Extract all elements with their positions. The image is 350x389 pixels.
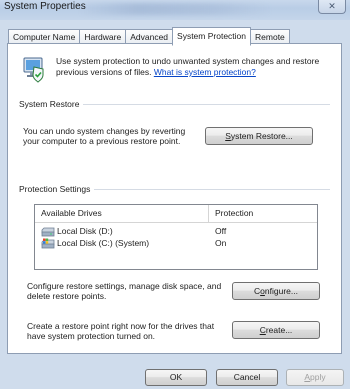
- hard-drive-icon: [41, 227, 55, 237]
- ok-button[interactable]: OK: [145, 369, 207, 386]
- window-title: System Properties: [4, 1, 86, 12]
- create-button-label: reate...: [265, 325, 293, 335]
- drive-protection-status: On: [215, 238, 227, 248]
- protection-settings-group-label: Protection Settings: [19, 184, 95, 195]
- close-icon: ✕: [328, 1, 336, 11]
- system-protection-icon: [23, 57, 44, 83]
- apply-button-label: pply: [310, 372, 326, 382]
- drives-list[interactable]: Available Drives Protection Local Disk (…: [34, 204, 318, 270]
- system-restore-button-label: ystem Restore...: [230, 131, 293, 141]
- column-separator: [208, 205, 209, 222]
- configure-button[interactable]: Configure...: [232, 282, 320, 300]
- drive-row-c[interactable]: Local Disk (C:) (System) On: [35, 238, 317, 249]
- tab-system-protection[interactable]: System Protection: [172, 27, 252, 46]
- drive-name: Local Disk (C:) (System): [57, 238, 150, 248]
- what-is-system-protection-link[interactable]: What is system protection?: [154, 67, 256, 77]
- tab-remote[interactable]: Remote: [251, 29, 290, 44]
- drive-row-d[interactable]: Local Disk (D:) Off: [35, 226, 317, 237]
- blurred-background: [80, 3, 270, 15]
- column-protection[interactable]: Protection: [215, 208, 253, 218]
- configure-description: Configure restore settings, manage disk …: [27, 281, 222, 301]
- system-restore-group-label: System Restore: [19, 99, 84, 110]
- close-button[interactable]: ✕: [318, 0, 346, 14]
- title-bar[interactable]: System Properties ✕: [0, 0, 350, 20]
- drives-list-header: Available Drives Protection: [35, 205, 317, 223]
- tab-advanced[interactable]: Advanced: [125, 29, 173, 44]
- create-button[interactable]: Create...: [232, 321, 320, 339]
- system-restore-description: You can undo system changes by reverting…: [23, 126, 186, 146]
- intro-text: Use system protection to undo unwanted s…: [56, 56, 336, 78]
- cancel-button[interactable]: Cancel: [216, 369, 278, 386]
- column-available-drives[interactable]: Available Drives: [41, 208, 102, 218]
- system-drive-icon: [41, 238, 55, 249]
- tab-strip: Computer Name Hardware Advanced System P…: [8, 27, 290, 46]
- system-restore-button[interactable]: System Restore...: [205, 127, 313, 145]
- drive-protection-status: Off: [215, 226, 227, 236]
- tab-hardware[interactable]: Hardware: [79, 29, 126, 44]
- tab-panel: Use system protection to undo unwanted s…: [7, 43, 342, 354]
- apply-button[interactable]: Apply: [286, 369, 344, 386]
- drive-name: Local Disk (D:): [57, 226, 113, 236]
- configure-button-label-b: nfigure...: [264, 286, 298, 296]
- tab-computer-name[interactable]: Computer Name: [8, 29, 80, 44]
- create-description: Create a restore point right now for the…: [27, 321, 215, 341]
